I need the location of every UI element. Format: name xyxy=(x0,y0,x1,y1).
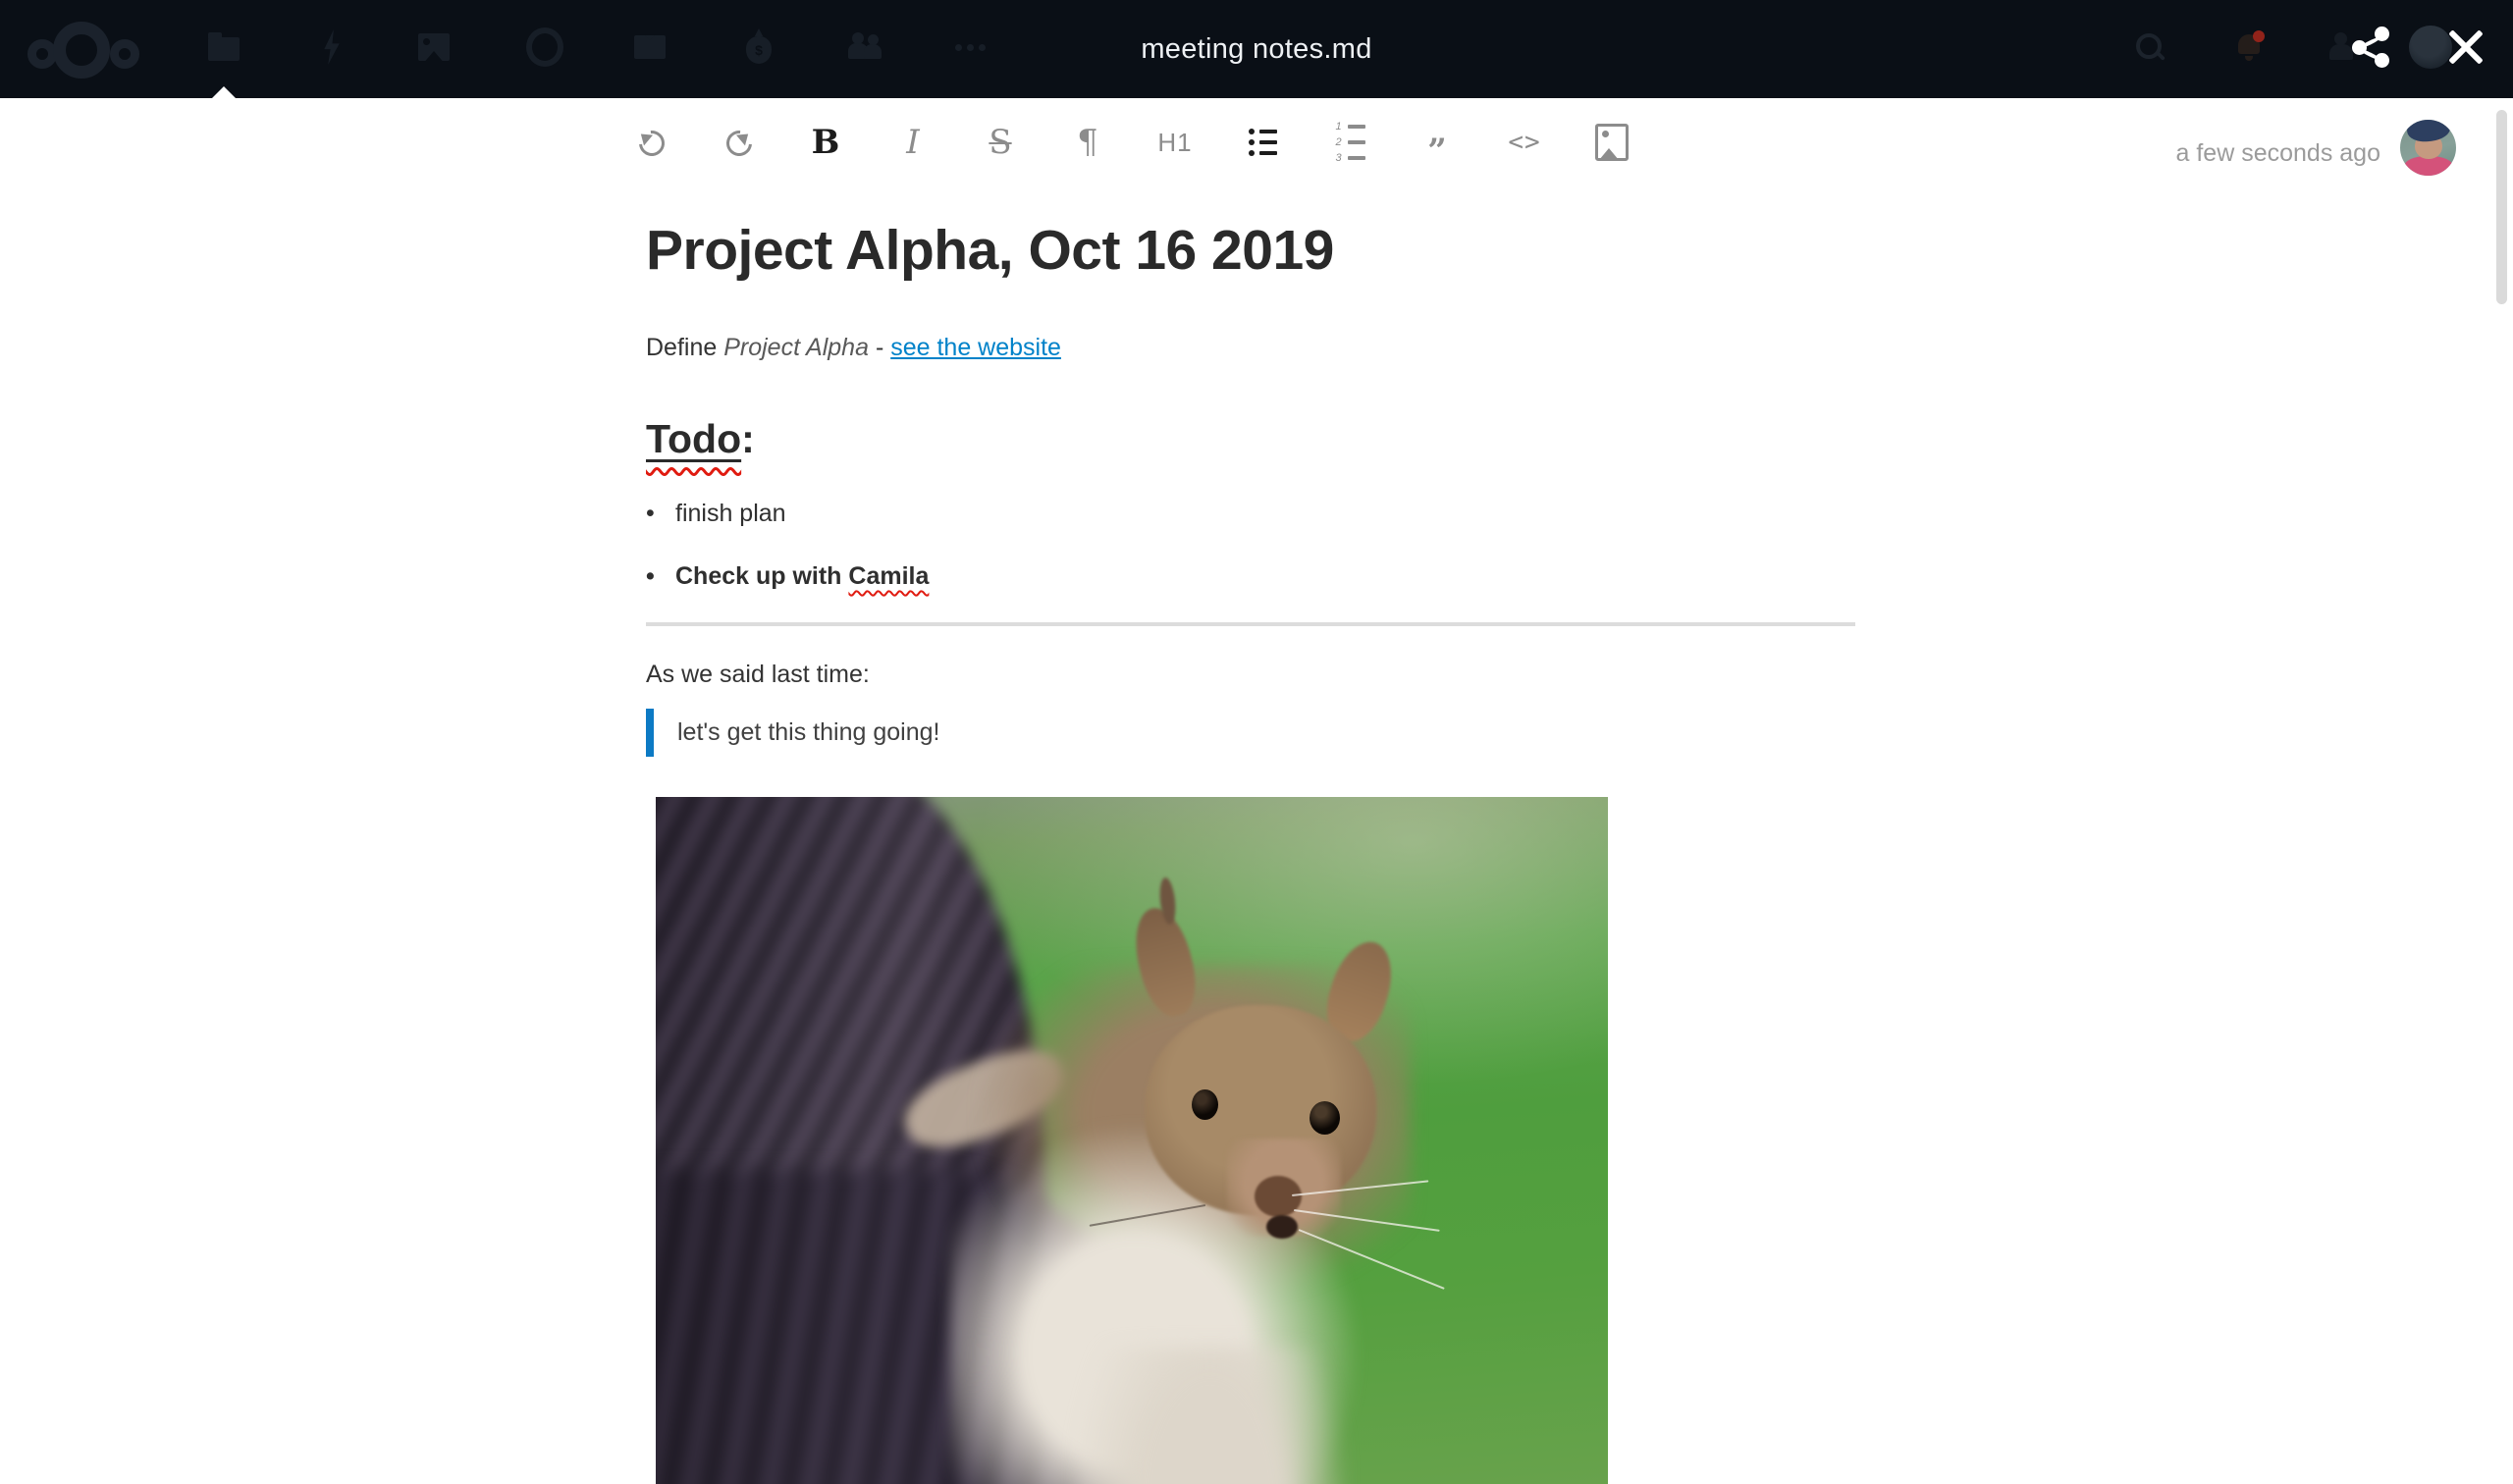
paragraph-button[interactable]: ¶ xyxy=(1064,119,1111,166)
todo-item-1: • finish plan xyxy=(646,500,1855,528)
header-notifications-button[interactable] xyxy=(2226,24,2273,71)
insert-image-button[interactable] xyxy=(1588,119,1635,166)
strikethrough-button[interactable]: S xyxy=(977,119,1024,166)
bullet-marker: • xyxy=(646,500,655,527)
scrollbar-thumb[interactable] xyxy=(2496,110,2507,304)
doc-heading-1: Project Alpha, Oct 16 2019 xyxy=(646,219,1334,282)
redo-icon xyxy=(721,124,759,162)
session-avatar[interactable] xyxy=(2400,120,2456,176)
header-search-button[interactable] xyxy=(2126,24,2173,71)
heading-button[interactable]: H1 xyxy=(1151,119,1199,166)
italic-icon: I xyxy=(906,123,920,162)
quote-icon: ” xyxy=(1427,132,1447,171)
body-paragraph: As we said last time: xyxy=(646,661,870,688)
undo-icon xyxy=(630,124,670,162)
h1-icon: H1 xyxy=(1157,128,1193,157)
todo-item-2-misspelled: Camila xyxy=(848,562,930,590)
website-link[interactable]: see the website xyxy=(890,334,1061,361)
embedded-image-squirrel[interactable] xyxy=(656,797,1608,1484)
todo-item-2: • Check up with Camila xyxy=(646,562,1855,591)
undo-button[interactable] xyxy=(627,119,674,166)
bullet-marker: • xyxy=(646,562,655,590)
search-icon xyxy=(2135,32,2165,62)
bullet-list-button[interactable] xyxy=(1239,119,1286,166)
last-saved-status: a few seconds ago xyxy=(2175,139,2380,167)
todo-word: Todo xyxy=(646,416,742,461)
paragraph-icon: ¶ xyxy=(1077,123,1098,162)
strikethrough-icon: S xyxy=(989,123,1012,162)
intro-separator: - xyxy=(869,334,891,361)
close-button[interactable] xyxy=(2445,26,2486,68)
todo-heading: Todo: xyxy=(646,416,755,462)
todo-item-2-text: Check up with xyxy=(675,562,849,590)
bell-icon xyxy=(2236,30,2265,62)
todo-colon: : xyxy=(741,416,755,461)
bold-button[interactable]: B xyxy=(802,119,849,166)
intro-emphasis: Project Alpha xyxy=(723,334,869,361)
notification-dot xyxy=(2253,30,2265,42)
italic-button[interactable]: I xyxy=(889,119,936,166)
intro-prefix: Define xyxy=(646,334,724,361)
ordered-list-icon: 1 2 3 xyxy=(1335,121,1365,164)
intro-paragraph: Define Project Alpha - see the website xyxy=(646,334,1855,362)
bold-icon: B xyxy=(811,123,840,162)
redo-button[interactable] xyxy=(715,119,762,166)
header-bar: $ meeting notes.md xyxy=(0,0,2513,98)
share-button[interactable] xyxy=(2350,26,2393,69)
code-icon: <> xyxy=(1508,128,1541,157)
ordered-list-button[interactable]: 1 2 3 xyxy=(1326,119,1373,166)
horizontal-rule xyxy=(646,622,1855,626)
blockquote: let's get this thing going! xyxy=(646,709,1855,757)
code-button[interactable]: <> xyxy=(1501,119,1548,166)
bullet-list-icon xyxy=(1248,129,1277,156)
blockquote-button[interactable]: ” xyxy=(1414,119,1461,171)
todo-item-1-text: finish plan xyxy=(675,500,786,527)
image-icon xyxy=(1595,124,1629,161)
